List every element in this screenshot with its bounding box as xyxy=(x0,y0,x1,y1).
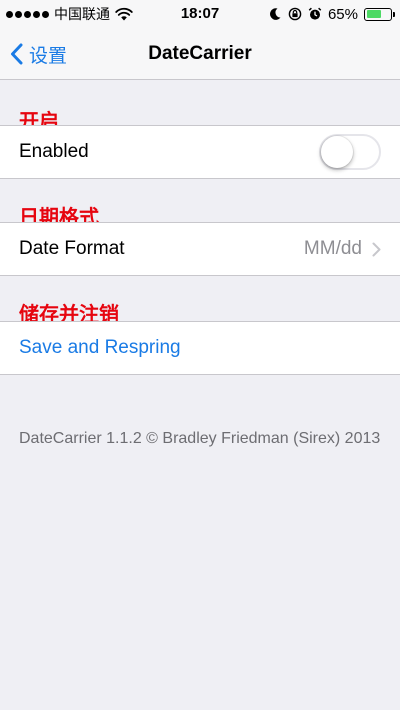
date-format-value: MM/dd xyxy=(303,238,362,259)
footer-credit: DateCarrier 1.1.2 © Bradley Friedman (Si… xyxy=(19,430,381,447)
enabled-toggle[interactable] xyxy=(319,134,381,170)
battery-fill xyxy=(366,10,382,18)
battery-percent: 65% xyxy=(327,5,358,23)
enabled-label: Enabled xyxy=(19,141,89,162)
moon-icon xyxy=(270,8,281,20)
save-respring-button[interactable]: Save and Respring xyxy=(19,337,381,359)
date-format-row[interactable]: Date Format MM/dd xyxy=(0,222,400,276)
chevron-left-icon xyxy=(11,43,23,65)
status-right: 65% xyxy=(268,0,395,28)
battery-icon xyxy=(364,7,395,21)
back-button[interactable]: 设置 xyxy=(10,28,67,80)
toggle-knob xyxy=(321,136,353,168)
alarm-icon xyxy=(308,7,322,20)
rotation-lock-icon xyxy=(288,7,302,21)
enabled-row: Enabled xyxy=(0,125,400,179)
save-respring-row[interactable]: Save and Respring xyxy=(0,321,400,375)
nav-bar: DateCarrier 设置 xyxy=(0,28,400,80)
chevron-right-icon xyxy=(372,242,381,256)
back-label: 设置 xyxy=(29,45,68,67)
date-format-label: Date Format xyxy=(19,238,125,259)
status-bar: 中国联通 18:07 65% xyxy=(0,0,400,28)
